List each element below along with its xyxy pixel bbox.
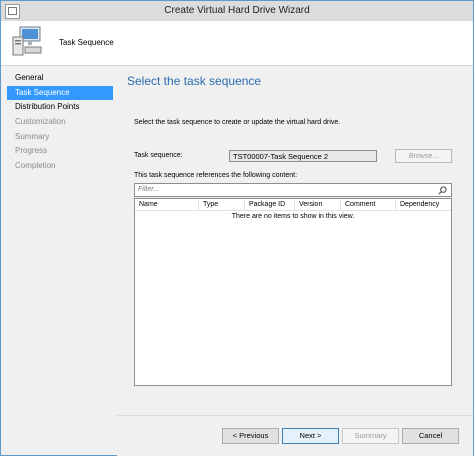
computer-icon (12, 26, 42, 56)
window-title: Create Virtual Hard Drive Wizard (164, 5, 310, 16)
wizard-nav: General Task Sequence Distribution Point… (1, 66, 117, 455)
wizard-header: Task Sequence (1, 21, 473, 66)
title-bar[interactable]: Create Virtual Hard Drive Wizard (1, 1, 473, 21)
summary-button: Summary (342, 428, 399, 444)
next-button[interactable]: Next > (282, 428, 339, 444)
column-header-package-id[interactable]: Package ID (245, 199, 295, 210)
content-list[interactable]: Name Type Package ID Version Comment Dep… (134, 198, 452, 386)
nav-item-summary: Summary (15, 132, 50, 141)
cancel-button[interactable]: Cancel (402, 428, 459, 444)
main-content: Select the task sequence Select the task… (117, 66, 473, 415)
page-title: Select the task sequence (127, 74, 262, 88)
wizard-window: Create Virtual Hard Drive Wizard Task Se… (0, 0, 474, 456)
column-header-dependency[interactable]: Dependency (396, 199, 452, 210)
column-header-version[interactable]: Version (295, 199, 341, 210)
column-header-name[interactable]: Name (135, 199, 199, 210)
wizard-footer: < Previous Next > Summary Cancel (117, 415, 473, 456)
header-title: Task Sequence (59, 38, 114, 47)
filter-placeholder: Filter... (138, 186, 160, 193)
task-sequence-label: Task sequence: (134, 152, 183, 159)
task-sequence-field[interactable]: TST00007-Task Sequence 2 (229, 150, 377, 162)
search-icon[interactable] (438, 186, 447, 195)
references-label: This task sequence references the follow… (134, 172, 298, 179)
page-description: Select the task sequence to create or up… (134, 119, 341, 126)
column-header-comment[interactable]: Comment (341, 199, 396, 210)
nav-item-task-sequence[interactable]: Task Sequence (7, 86, 113, 100)
nav-item-progress: Progress (15, 146, 48, 155)
nav-item-customization: Customization (15, 117, 66, 126)
nav-item-distribution-points[interactable]: Distribution Points (7, 100, 113, 114)
filter-input[interactable]: Filter... (134, 183, 452, 197)
column-header-type[interactable]: Type (199, 199, 245, 210)
list-header: Name Type Package ID Version Comment Dep… (135, 199, 451, 211)
nav-item-completion: Completion (15, 161, 56, 170)
previous-button[interactable]: < Previous (222, 428, 279, 444)
nav-item-general[interactable]: General (7, 71, 113, 85)
browse-button: Browse... (395, 149, 452, 163)
empty-message: There are no items to show in this view. (231, 213, 355, 220)
